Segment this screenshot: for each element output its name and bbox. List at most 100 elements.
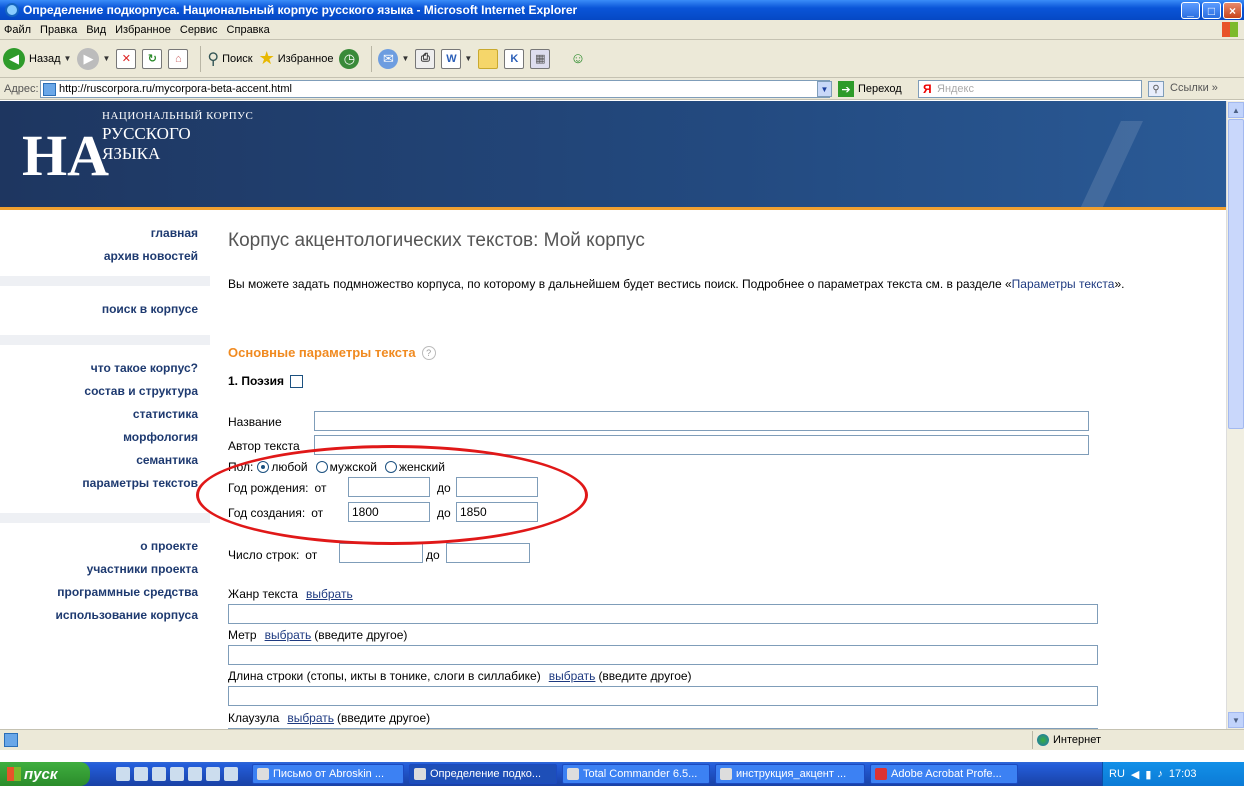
sidebar-item-semantics[interactable]: семантика <box>0 449 198 472</box>
quick-launch-browser-icon[interactable] <box>134 767 148 781</box>
sidebar-item-corpus-usage[interactable]: использование корпуса <box>0 604 198 627</box>
lines-to-row: до <box>426 548 440 562</box>
yandex-search-input[interactable]: Я Яндекс <box>918 80 1142 98</box>
quick-launch-ie-icon[interactable] <box>116 767 130 781</box>
search-button[interactable]: ⚲ Поиск <box>207 45 252 73</box>
line-length-enter-other: (введите другое) <box>598 669 692 683</box>
yandex-logo-icon: Я <box>923 82 932 96</box>
sidebar-item-software[interactable]: программные средства <box>0 581 198 604</box>
quick-launch-word-icon[interactable] <box>188 767 202 781</box>
genre-label: Жанр текста <box>228 587 298 601</box>
k-button[interactable]: K <box>504 45 525 73</box>
quick-launch <box>116 767 238 781</box>
menu-edit[interactable]: Правка <box>40 24 77 36</box>
tray-arrow-icon[interactable]: ◀ <box>1131 768 1139 781</box>
go-button[interactable]: ➔ Переход <box>838 81 902 97</box>
site-name-line2: РУССКОГО <box>102 124 191 143</box>
menu-view[interactable]: Вид <box>86 24 106 36</box>
address-input[interactable]: http://ruscorpora.ru/mycorpora-beta-acce… <box>40 80 830 98</box>
genre-input[interactable] <box>228 604 1098 624</box>
help-icon[interactable]: ? <box>421 345 436 360</box>
history-button[interactable]: ◷ <box>339 45 360 73</box>
quick-launch-app-icon[interactable] <box>206 767 220 781</box>
menu-help[interactable]: Справка <box>227 24 270 36</box>
chevron-down-icon[interactable]: ▼ <box>102 54 110 63</box>
sidebar-item-participants[interactable]: участники проекта <box>0 558 198 581</box>
menu-favorites[interactable]: Избранное <box>115 24 171 36</box>
start-button[interactable]: пуск <box>0 762 90 786</box>
word-icon <box>720 768 732 780</box>
sidebar-item-morphology[interactable]: морфология <box>0 426 198 449</box>
sidebar-item-statistics[interactable]: статистика <box>0 403 198 426</box>
task-acrobat-label: Adobe Acrobat Profe... <box>891 768 1002 780</box>
sidebar-item-home[interactable]: главная <box>0 222 198 245</box>
menu-file[interactable]: Файл <box>4 24 31 36</box>
line-length-choose-link[interactable]: выбрать <box>549 669 596 683</box>
chevron-down-icon[interactable]: ▼ <box>401 54 409 63</box>
vertical-scrollbar[interactable]: ▲ ▼ <box>1226 101 1244 729</box>
site-logo[interactable]: НА <box>22 127 109 185</box>
scroll-thumb[interactable] <box>1228 119 1244 429</box>
yandex-search-button[interactable]: ⚲ <box>1148 81 1164 97</box>
task-word-label: инструкция_акцент ... <box>736 768 847 780</box>
scroll-up-icon[interactable]: ▲ <box>1228 102 1244 118</box>
task-acrobat[interactable]: Adobe Acrobat Profe... <box>870 764 1018 784</box>
sidebar-item-text-params[interactable]: параметры текстов <box>0 472 198 495</box>
volume-icon[interactable]: ♪ <box>1157 768 1163 780</box>
print-button[interactable]: ⎙ <box>415 45 436 73</box>
k-icon: K <box>504 48 525 69</box>
sidebar-group-project: о проекте участники проекта программные … <box>0 523 210 635</box>
line-count-from-input[interactable] <box>339 543 423 563</box>
links-button[interactable]: Ссылки » <box>1170 82 1218 94</box>
quick-launch-save-icon[interactable] <box>152 767 166 781</box>
line-length-input[interactable] <box>228 686 1098 706</box>
mail-button[interactable]: ✉ ▼ <box>378 45 409 73</box>
text-params-link[interactable]: Параметры текста <box>1012 277 1115 291</box>
clock[interactable]: 17:03 <box>1169 768 1197 780</box>
favorites-button[interactable]: ★ Избранное <box>259 45 334 73</box>
refresh-button[interactable]: ↻ <box>142 45 163 73</box>
task-ie[interactable]: Определение подко... <box>409 764 557 784</box>
task-mail[interactable]: Письмо от Abroskin ... <box>252 764 404 784</box>
star-icon: ★ <box>258 48 275 68</box>
chevron-down-icon[interactable]: ▼ <box>464 54 472 63</box>
back-button[interactable]: ◀ Назад ▼ <box>3 45 71 73</box>
address-label: Адрес: <box>4 82 39 95</box>
title-input[interactable] <box>314 411 1089 431</box>
messenger-button[interactable]: ☺ <box>570 45 585 73</box>
language-indicator[interactable]: RU <box>1109 768 1125 780</box>
sidebar-nav: главная архив новостей поиск в корпусе ч… <box>0 210 210 729</box>
clausula-choose-link[interactable]: выбрать <box>287 711 334 725</box>
discuss-button[interactable] <box>478 45 499 73</box>
minimize-button[interactable]: _ <box>1181 2 1200 19</box>
line-count-to-input[interactable] <box>446 543 530 563</box>
globe-icon <box>1037 734 1049 746</box>
genre-choose-link[interactable]: выбрать <box>306 587 353 601</box>
menu-tools[interactable]: Сервис <box>180 24 218 36</box>
poetry-checkbox[interactable] <box>289 374 303 388</box>
scroll-down-icon[interactable]: ▼ <box>1228 712 1244 728</box>
meter-input[interactable] <box>228 645 1098 665</box>
quick-launch-outlook-icon[interactable] <box>170 767 184 781</box>
chevron-down-icon[interactable]: ▼ <box>64 54 72 63</box>
close-button[interactable]: × <box>1223 2 1242 19</box>
windows-logo-icon <box>1222 22 1238 37</box>
sidebar-item-about-project[interactable]: о проекте <box>0 535 198 558</box>
meter-choose-link[interactable]: выбрать <box>265 628 312 642</box>
sidebar-item-structure[interactable]: состав и структура <box>0 380 198 403</box>
forward-button[interactable]: ▶ ▼ <box>77 45 110 73</box>
home-button[interactable]: ⌂ <box>168 45 189 73</box>
network-icon[interactable]: ▮ <box>1145 768 1151 781</box>
research-button[interactable]: ▦ <box>530 45 551 73</box>
stop-button[interactable]: ✕ <box>116 45 137 73</box>
sidebar-item-what-is-corpus[interactable]: что такое корпус? <box>0 357 198 380</box>
sidebar-item-news-archive[interactable]: архив новостей <box>0 245 198 268</box>
edit-button[interactable]: W ▼ <box>441 45 472 73</box>
address-dropdown-chevron-icon[interactable]: ▼ <box>817 81 832 97</box>
sidebar-item-search[interactable]: поиск в корпусе <box>0 298 198 321</box>
quick-launch-excel-icon[interactable] <box>224 767 238 781</box>
task-word[interactable]: инструкция_акцент ... <box>715 764 865 784</box>
header-decoration <box>1079 121 1226 211</box>
task-total-commander[interactable]: Total Commander 6.5... <box>562 764 710 784</box>
maximize-button[interactable]: □ <box>1202 2 1221 19</box>
